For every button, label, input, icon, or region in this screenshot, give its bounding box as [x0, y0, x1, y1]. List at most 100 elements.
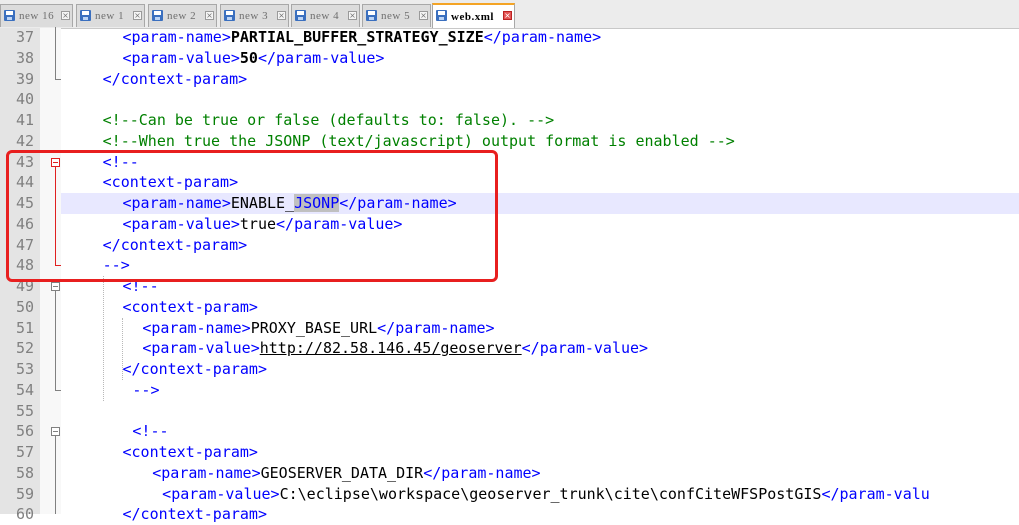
code-text: --> — [132, 380, 159, 401]
line-number: 40 — [15, 90, 34, 109]
code-line[interactable]: 37 <param-name>PARTIAL_BUFFER_STRATEGY_SI… — [0, 27, 1019, 48]
code-token-tag: </param-value> — [257, 48, 385, 67]
code-token-tag: <param-value> — [162, 484, 280, 503]
save-icon — [295, 10, 306, 21]
code-token-tag: <param-value> — [122, 48, 240, 67]
line-number: 54 — [15, 380, 34, 399]
line-number: 56 — [15, 422, 34, 441]
line-number: 55 — [15, 401, 34, 420]
tab-new-5[interactable]: new 5 × — [362, 4, 431, 27]
code-line[interactable]: 56 <!-- — [0, 421, 1019, 442]
close-icon[interactable]: × — [133, 11, 142, 20]
code-token-bold: PARTIAL_BUFFER_STRATEGY_SIZE — [230, 28, 484, 46]
code-text: <param-name>PROXY_BASE_URL</param-name> — [142, 318, 494, 339]
close-icon[interactable]: × — [503, 11, 512, 20]
fold-toggle-icon[interactable] — [51, 282, 60, 291]
code-line[interactable]: 51 <param-name>PROXY_BASE_URL</param-name… — [0, 318, 1019, 339]
code-token-tag: <param-name> — [142, 318, 251, 337]
tab-web-xml[interactable]: web.xml × — [432, 3, 515, 28]
code-token-txt: GEOSERVER_DATA_DIR — [260, 463, 424, 482]
close-icon[interactable]: × — [419, 11, 428, 20]
tab-new-2[interactable]: new 2 × — [148, 4, 217, 27]
code-line[interactable]: 42 <!--When true the JSONP (text/javascri… — [0, 131, 1019, 152]
code-token-tag: </param-valu — [821, 484, 930, 503]
code-token-tag: --> — [132, 380, 160, 399]
code-token-tag: <param-name> — [122, 28, 231, 46]
code-token-tag: <context-param> — [122, 443, 258, 461]
code-line[interactable]: 50 <context-param> — [0, 297, 1019, 318]
code-token-tag: <param-name> — [152, 463, 261, 482]
tab-label: new 2 — [167, 10, 197, 22]
line-number: 38 — [15, 48, 34, 67]
close-icon[interactable]: × — [61, 11, 70, 20]
code-line[interactable]: 52 <param-value>http://82.58.146.45/geose… — [0, 338, 1019, 359]
code-token-tag: </param-name> — [423, 463, 541, 482]
code-token-txt: C:\eclipse\workspace\geoserver_trunk\cit… — [279, 484, 822, 503]
tab-bar: new 16 × new 1 × new 2 × new 3 × new 4 × new 5 × web… — [0, 0, 1019, 29]
code-line[interactable]: 39 </context-param> — [0, 69, 1019, 90]
line-number: 42 — [15, 131, 34, 150]
code-token-link: http://82.58.146.45/geoserver — [259, 339, 522, 358]
code-token-com: <!--When true the JSONP (text/javascript… — [102, 131, 735, 150]
fold-toggle-icon[interactable] — [51, 427, 60, 437]
code-line[interactable]: 40 — [0, 89, 1019, 110]
code-text: <param-value>50</param-value> — [122, 48, 384, 69]
indent-guide — [102, 276, 104, 401]
tab-new-3[interactable]: new 3 × — [220, 4, 289, 27]
tab-label: new 1 — [95, 10, 125, 22]
code-token-tag: <context-param> — [122, 297, 258, 316]
line-number: 59 — [15, 484, 34, 503]
fold-end-marker — [55, 389, 61, 391]
code-line[interactable]: 59 <param-value>C:\eclipse\workspace\geos… — [0, 484, 1019, 505]
tab-label: new 4 — [310, 10, 340, 22]
save-icon — [152, 10, 163, 21]
tab-new-1[interactable]: new 1 × — [76, 4, 145, 27]
save-icon — [224, 10, 235, 21]
code-token-bold: 50 — [239, 48, 258, 67]
code-token-tag: </param-name> — [377, 318, 495, 337]
line-number: 53 — [15, 360, 34, 378]
code-line[interactable]: 60 </context-param> — [0, 504, 1019, 525]
code-line[interactable]: 38 <param-value>50</param-value> — [0, 48, 1019, 69]
code-line[interactable]: 57 <context-param> — [0, 442, 1019, 463]
code-line[interactable]: 54 --> — [0, 380, 1019, 401]
code-text: <!-- — [132, 421, 168, 442]
highlight-annotation-box — [6, 150, 498, 282]
line-number: 60 — [15, 505, 34, 524]
code-text: </context-param> — [103, 69, 248, 90]
code-token-tag: </param-value> — [521, 339, 649, 358]
code-token-tag: </context-param> — [102, 69, 248, 88]
code-token-tag: </context-param> — [122, 360, 267, 378]
code-line[interactable]: 53 </context-param> — [0, 359, 1019, 380]
tab-label: web.xml — [451, 11, 494, 23]
code-text: <context-param> — [122, 442, 257, 463]
save-icon — [436, 10, 447, 21]
code-text: <param-value>C:\eclipse\workspace\geoser… — [162, 484, 930, 505]
fold-end-marker — [55, 78, 61, 80]
code-token-tag: </param-name> — [483, 28, 602, 46]
line-number: 41 — [15, 111, 34, 129]
code-text: <!--Can be true or false (defaults to: f… — [103, 110, 555, 131]
line-number: 37 — [15, 28, 34, 46]
close-icon[interactable]: × — [277, 11, 286, 20]
close-icon[interactable]: × — [348, 11, 357, 20]
code-token-tag: <param-value> — [142, 339, 260, 358]
code-line[interactable]: 55 — [0, 401, 1019, 422]
code-token-tag: </context-param> — [122, 505, 267, 524]
code-line[interactable]: 58 <param-name>GEOSERVER_DATA_DIR</param-… — [0, 463, 1019, 484]
close-icon[interactable]: × — [205, 11, 214, 20]
code-text: </context-param> — [122, 359, 267, 380]
tab-label: new 5 — [381, 10, 411, 22]
save-icon — [80, 10, 91, 21]
fold-line — [55, 27, 56, 79]
line-number: 50 — [15, 297, 34, 316]
tab-new-16[interactable]: new 16 × — [0, 4, 73, 27]
code-line[interactable]: 41 <!--Can be true or false (defaults to:… — [0, 110, 1019, 131]
code-token-tag: <!-- — [132, 422, 169, 441]
line-number: 58 — [15, 463, 34, 482]
code-text: <param-value>http://82.58.146.45/geoserv… — [142, 338, 648, 359]
tab-new-4[interactable]: new 4 × — [291, 4, 360, 27]
line-number: 51 — [15, 318, 34, 337]
code-text: <context-param> — [122, 297, 257, 318]
save-icon — [366, 10, 377, 21]
